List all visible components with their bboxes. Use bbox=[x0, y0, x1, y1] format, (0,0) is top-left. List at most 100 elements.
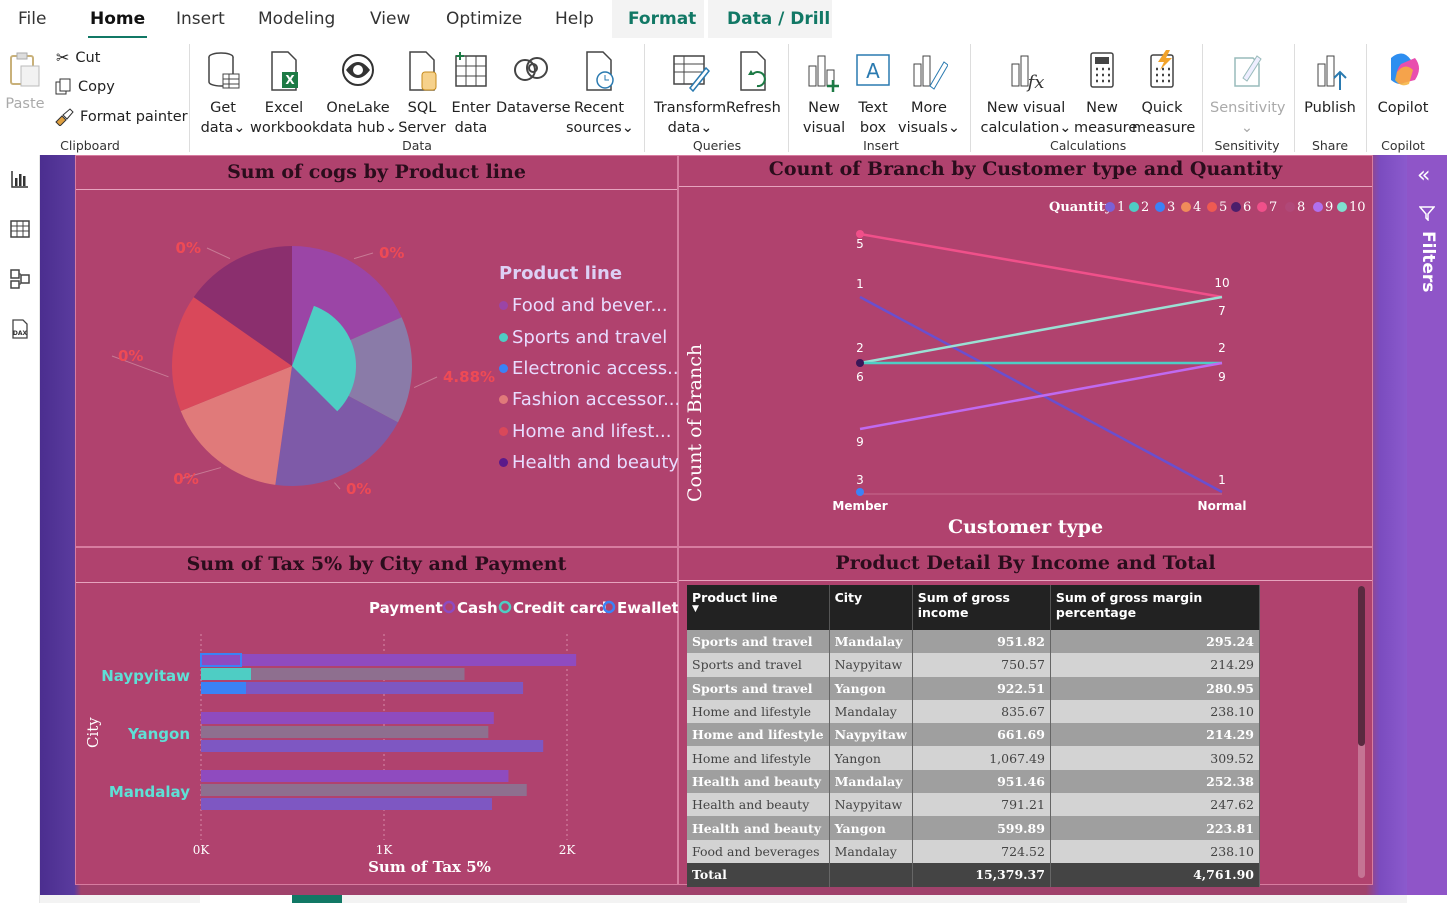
menu-optimize[interactable]: Optimize bbox=[446, 9, 522, 29]
table-row[interactable]: Sports and travel Yangon 922.51 280.95 bbox=[687, 676, 1261, 700]
table-row[interactable]: Health and beauty Yangon 599.89 223.81 bbox=[687, 816, 1261, 840]
publish-button[interactable]: Publish bbox=[1300, 50, 1360, 118]
new-measure-button[interactable]: New measure bbox=[1074, 50, 1137, 138]
table-row[interactable]: Sports and travel Naypyitaw 750.57 214.29 bbox=[687, 653, 1261, 677]
bar-cash[interactable] bbox=[201, 712, 494, 724]
recent-sources-button[interactable]: Recent sources⌄ bbox=[566, 50, 634, 138]
line-legend-label[interactable]: 1 bbox=[1117, 200, 1125, 215]
svg-text:A: A bbox=[866, 59, 880, 83]
bar-cash[interactable] bbox=[201, 654, 577, 666]
menu-view[interactable]: View bbox=[370, 9, 410, 29]
bar-credit-card[interactable] bbox=[201, 784, 527, 796]
line-series-5[interactable] bbox=[859, 232, 1223, 299]
cut-button[interactable]: ✂ Cut bbox=[56, 48, 100, 67]
more-visuals-button[interactable]: More visuals⌄ bbox=[898, 50, 960, 138]
new-visual-button[interactable]: New visual bbox=[800, 50, 848, 138]
line-legend-label[interactable]: 4 bbox=[1193, 200, 1201, 215]
bar-legend-label[interactable]: Cash bbox=[457, 599, 498, 617]
divider bbox=[1294, 44, 1295, 152]
model-view-icon[interactable] bbox=[6, 265, 34, 293]
onelake-sub: data hub⌄ bbox=[320, 120, 398, 136]
table-row[interactable]: Health and beauty Naypyitaw 791.21 247.62 bbox=[687, 793, 1261, 817]
table-view-icon[interactable] bbox=[6, 215, 34, 243]
menu-home[interactable]: Home bbox=[87, 9, 148, 39]
report-view-icon[interactable] bbox=[6, 165, 34, 193]
menu-data-drill[interactable]: Data / Drill bbox=[727, 9, 830, 29]
excel-workbook-button[interactable]: X Excel workbook bbox=[250, 50, 320, 138]
line-legend-label[interactable]: 5 bbox=[1219, 200, 1227, 215]
line-chart-visual[interactable]: Count of Branch by Customer type and Qua… bbox=[678, 155, 1373, 547]
col-header-gross-income[interactable]: Sum of gross income bbox=[912, 585, 1051, 630]
table-row[interactable]: Home and lifestyle Mandalay 835.67 238.10 bbox=[687, 699, 1261, 724]
format-painter-button[interactable]: Format painter bbox=[54, 108, 188, 126]
refresh-button[interactable]: Refresh bbox=[726, 50, 781, 118]
table-scrollbar[interactable] bbox=[1358, 586, 1365, 878]
bar-ewallet[interactable] bbox=[201, 682, 524, 694]
col-header-product-line[interactable]: Product line ▼ bbox=[687, 585, 830, 630]
sensitivity-chevron: ⌄ bbox=[1240, 120, 1254, 136]
quick-measure-button[interactable]: Quick measure bbox=[1132, 50, 1195, 138]
table-row[interactable]: Health and beauty Mandalay 951.46 252.38 bbox=[687, 769, 1261, 794]
line-legend-label[interactable]: 10 bbox=[1349, 200, 1366, 215]
col-header-city[interactable]: City bbox=[829, 585, 913, 630]
table-row[interactable]: Sports and travel Mandalay 951.82 295.24 bbox=[687, 630, 1261, 654]
line-legend-label[interactable]: 7 bbox=[1269, 200, 1277, 215]
bar-chart-visual[interactable]: Sum of Tax 5% by City and Payment Paymen… bbox=[75, 547, 679, 885]
bar-category-label: Mandalay bbox=[109, 783, 190, 801]
line-legend-label[interactable]: 8 bbox=[1297, 200, 1305, 215]
line-point[interactable] bbox=[856, 359, 864, 367]
enter-data-button[interactable]: Enter data bbox=[448, 50, 494, 138]
col-header-gross-margin[interactable]: Sum of gross margin percentage bbox=[1050, 585, 1261, 630]
bar-legend-label[interactable]: Credit card bbox=[513, 599, 607, 617]
line-series-1[interactable] bbox=[859, 295, 1223, 494]
sql-server-button[interactable]: SQL Server bbox=[398, 50, 446, 138]
table-row[interactable]: Food and beverages Mandalay 724.52 238.10 bbox=[687, 839, 1261, 863]
collapse-chevron-icon[interactable]: « bbox=[1417, 165, 1430, 187]
line-point[interactable] bbox=[856, 488, 864, 496]
new-visual-calculation-button[interactable]: fx New visual calculation⌄ bbox=[980, 50, 1072, 138]
menu-format[interactable]: Format bbox=[628, 9, 696, 29]
copy-button[interactable]: Copy bbox=[54, 78, 115, 96]
paste-button[interactable]: Paste bbox=[4, 50, 46, 114]
pie-legend-item[interactable]: Electronic access... bbox=[499, 353, 684, 384]
transform-sub: data⌄ bbox=[667, 120, 713, 136]
table-row[interactable]: Home and lifestyle Naypyitaw 661.69 214.29 bbox=[687, 723, 1261, 747]
filters-pane[interactable]: « Filters bbox=[1407, 155, 1447, 895]
line-legend-label[interactable]: 6 bbox=[1243, 200, 1251, 215]
page-tab-active[interactable] bbox=[292, 895, 342, 903]
pie-chart-visual[interactable]: Sum of cogs by Product line 0% 0% 4.88% 0% 0… bbox=[75, 155, 684, 547]
pie-legend-item[interactable]: Home and lifest... bbox=[499, 416, 684, 447]
menu-modeling[interactable]: Modeling bbox=[258, 9, 335, 29]
line-series-6[interactable] bbox=[859, 295, 1223, 365]
line-legend-label[interactable]: 2 bbox=[1141, 200, 1149, 215]
bar-cash[interactable] bbox=[201, 770, 509, 782]
sensitivity-button[interactable]: Sensitivity ⌄ bbox=[1210, 50, 1286, 138]
pie-legend-item[interactable]: Fashion accessor... bbox=[499, 384, 684, 415]
textbox-icon: A bbox=[856, 54, 890, 86]
legend-dot-icon bbox=[499, 426, 508, 436]
bar-ewallet[interactable] bbox=[201, 740, 544, 752]
bar-legend-label[interactable]: Ewallet bbox=[617, 599, 679, 617]
pie-legend-item[interactable]: Sports and travel bbox=[499, 321, 684, 352]
onelake-data-hub-button[interactable]: OneLake data hub⌄ bbox=[320, 50, 398, 138]
dax-query-view-icon[interactable]: DAX bbox=[6, 315, 34, 343]
dataverse-button[interactable]: Dataverse bbox=[496, 50, 571, 118]
scrollbar-thumb[interactable] bbox=[1358, 586, 1365, 746]
page-tab[interactable] bbox=[200, 895, 292, 903]
line-legend-label[interactable]: 9 bbox=[1325, 200, 1333, 215]
pie-legend-item[interactable]: Food and bever... bbox=[499, 290, 684, 321]
line-series-9[interactable] bbox=[859, 361, 1223, 431]
divider bbox=[644, 44, 645, 152]
line-legend-label[interactable]: 3 bbox=[1167, 200, 1175, 215]
table-row[interactable]: Home and lifestyle Yangon 1,067.49 309.52 bbox=[687, 746, 1261, 770]
menu-help[interactable]: Help bbox=[555, 9, 594, 29]
text-box-button[interactable]: A Text box bbox=[850, 50, 896, 138]
menu-insert[interactable]: Insert bbox=[176, 9, 225, 29]
get-data-button[interactable]: Get data⌄ bbox=[198, 50, 248, 138]
pie-legend-item[interactable]: Health and beauty bbox=[499, 447, 684, 478]
menu-file[interactable]: File bbox=[18, 9, 46, 29]
bar-credit-card[interactable] bbox=[201, 726, 489, 738]
bar-ewallet[interactable] bbox=[201, 798, 492, 810]
transform-data-button[interactable]: Transform data⌄ bbox=[654, 50, 726, 138]
copilot-button[interactable]: Copilot bbox=[1372, 50, 1434, 118]
